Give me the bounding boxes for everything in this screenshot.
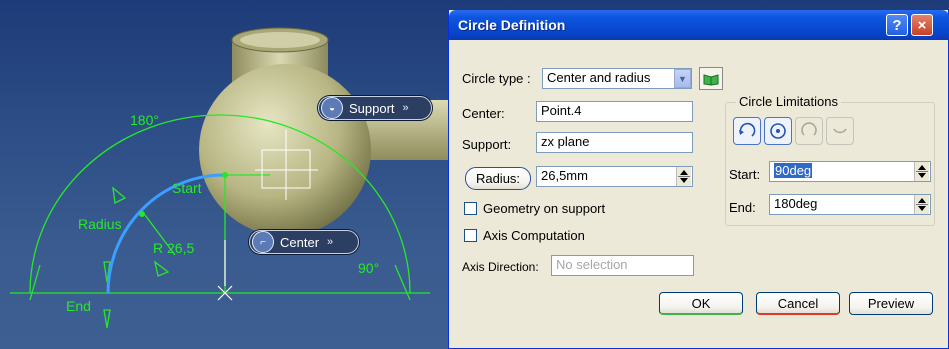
book-icon: [703, 73, 719, 86]
end-label: End: [66, 298, 91, 314]
radius-button[interactable]: Radius:: [465, 167, 531, 190]
complementary-arc-icon[interactable]: [826, 117, 854, 145]
dialog-title: Circle Definition: [458, 17, 566, 33]
axis-direction-label: Axis Direction:: [462, 260, 539, 274]
geometry-on-support-checkbox[interactable]: [464, 202, 477, 215]
whole-circle-icon[interactable]: [764, 117, 792, 145]
help-button[interactable]: ?: [886, 14, 908, 36]
start-angle-field[interactable]: 90deg: [769, 161, 931, 182]
support-tag[interactable]: ◒ Support »: [318, 96, 432, 120]
trimmed-arc-icon[interactable]: [795, 117, 823, 145]
end-label: End:: [729, 200, 756, 215]
expand-chevron-icon: »: [402, 102, 409, 114]
preview-button[interactable]: Preview: [849, 292, 933, 315]
radius-field[interactable]: 26,5mm: [536, 166, 693, 187]
ok-button[interactable]: OK: [659, 292, 743, 315]
angle-label-90: 90°: [358, 260, 380, 276]
center-label: Center:: [462, 106, 505, 121]
center-tag-label: Center: [280, 234, 320, 250]
end-angle-field[interactable]: 180deg: [769, 194, 931, 215]
chevron-down-icon[interactable]: ▼: [674, 69, 691, 88]
circle-limitations-title: Circle Limitations: [736, 94, 841, 109]
start-angle-spinner[interactable]: [914, 162, 929, 181]
close-button[interactable]: ×: [911, 14, 933, 36]
axis-computation-label: Axis Computation: [483, 228, 585, 243]
axis-direction-field: No selection: [551, 255, 694, 276]
expand-chevron-icon: »: [327, 236, 334, 248]
circle-arc-preview: [106, 173, 226, 294]
center-field[interactable]: Point.4: [536, 101, 693, 122]
radius-label: Radius: [78, 216, 122, 232]
start-angle-value: 90deg: [774, 163, 813, 178]
circle-type-select[interactable]: Center and radius: [542, 68, 692, 89]
axis-computation-checkbox[interactable]: [464, 229, 477, 242]
support-label: Support:: [462, 137, 512, 152]
part-arc-icon[interactable]: [733, 117, 761, 145]
start-label: Start: [172, 180, 202, 196]
part-body: [199, 27, 450, 236]
start-label: Start:: [729, 167, 761, 182]
circle-type-browser-button[interactable]: [699, 67, 723, 90]
radius-value-label: R 26,5: [153, 240, 195, 256]
point-icon: ⌐: [252, 231, 274, 253]
circle-definition-dialog: Circle Definition ? × Circle type : Cent…: [448, 10, 949, 349]
support-tag-label: Support: [349, 100, 395, 116]
dialog-titlebar[interactable]: Circle Definition ? ×: [449, 10, 949, 40]
angle-label-180: 180°: [130, 112, 159, 128]
circle-type-label: Circle type :: [462, 71, 531, 86]
cancel-button[interactable]: Cancel: [756, 292, 840, 315]
end-angle-spinner[interactable]: [914, 195, 929, 214]
support-field[interactable]: zx plane: [536, 132, 693, 153]
radius-spinner[interactable]: [676, 167, 691, 186]
center-tag[interactable]: ⌐ Center »: [249, 230, 359, 254]
geometry-on-support-label: Geometry on support: [483, 201, 606, 216]
plane-icon: ◒: [321, 97, 343, 119]
